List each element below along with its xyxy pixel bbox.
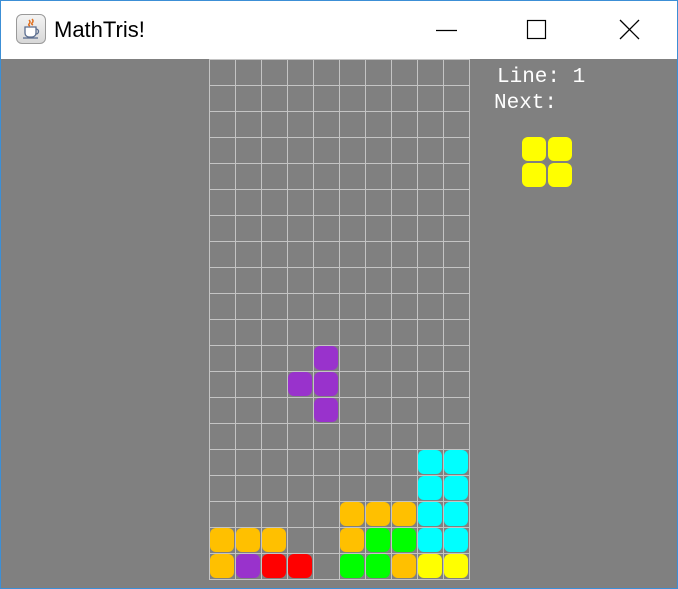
line-value: 1	[572, 66, 586, 89]
settled-block	[366, 528, 390, 552]
title-bar[interactable]: MathTris!	[1, 1, 677, 59]
settled-block	[418, 528, 442, 552]
settled-block	[366, 554, 390, 578]
next-piece-preview	[522, 137, 574, 189]
settled-block	[366, 502, 390, 526]
app-window: MathTris! Line: 1 Next:	[0, 0, 678, 589]
maximize-icon	[526, 19, 547, 40]
settled-block	[262, 554, 286, 578]
window-title: MathTris!	[54, 17, 145, 42]
next-piece-block	[548, 163, 572, 187]
close-button[interactable]	[585, 1, 677, 59]
minimize-button[interactable]	[401, 1, 493, 59]
settled-block	[210, 528, 234, 552]
java-cup-icon	[16, 14, 46, 44]
falling-piece-block	[314, 398, 338, 422]
next-piece-block	[548, 137, 572, 161]
settled-block	[418, 502, 442, 526]
falling-piece-block	[314, 346, 338, 370]
settled-block	[262, 528, 286, 552]
next-piece-block	[522, 163, 546, 187]
settled-block	[340, 528, 364, 552]
settled-block	[418, 476, 442, 500]
falling-piece-block	[288, 372, 312, 396]
settled-block	[444, 476, 468, 500]
settled-block	[444, 528, 468, 552]
settled-block	[236, 554, 260, 578]
maximize-button[interactable]	[491, 1, 583, 59]
next-piece-block	[522, 137, 546, 161]
settled-block	[444, 554, 468, 578]
settled-block	[444, 502, 468, 526]
settled-block	[340, 554, 364, 578]
settled-block	[288, 554, 312, 578]
settled-block	[392, 528, 416, 552]
settled-block	[392, 554, 416, 578]
line-label: Line:	[497, 66, 561, 89]
settled-block	[444, 450, 468, 474]
settled-block	[392, 502, 416, 526]
settled-block	[418, 450, 442, 474]
game-board[interactable]	[209, 59, 470, 580]
next-label: Next:	[494, 92, 558, 115]
settled-block	[340, 502, 364, 526]
settled-block	[210, 554, 234, 578]
close-icon	[619, 19, 640, 40]
settled-block	[418, 554, 442, 578]
line-counter: Line: 1	[497, 65, 585, 91]
minimize-icon	[436, 29, 457, 32]
settled-block	[236, 528, 260, 552]
falling-piece-block	[314, 372, 338, 396]
